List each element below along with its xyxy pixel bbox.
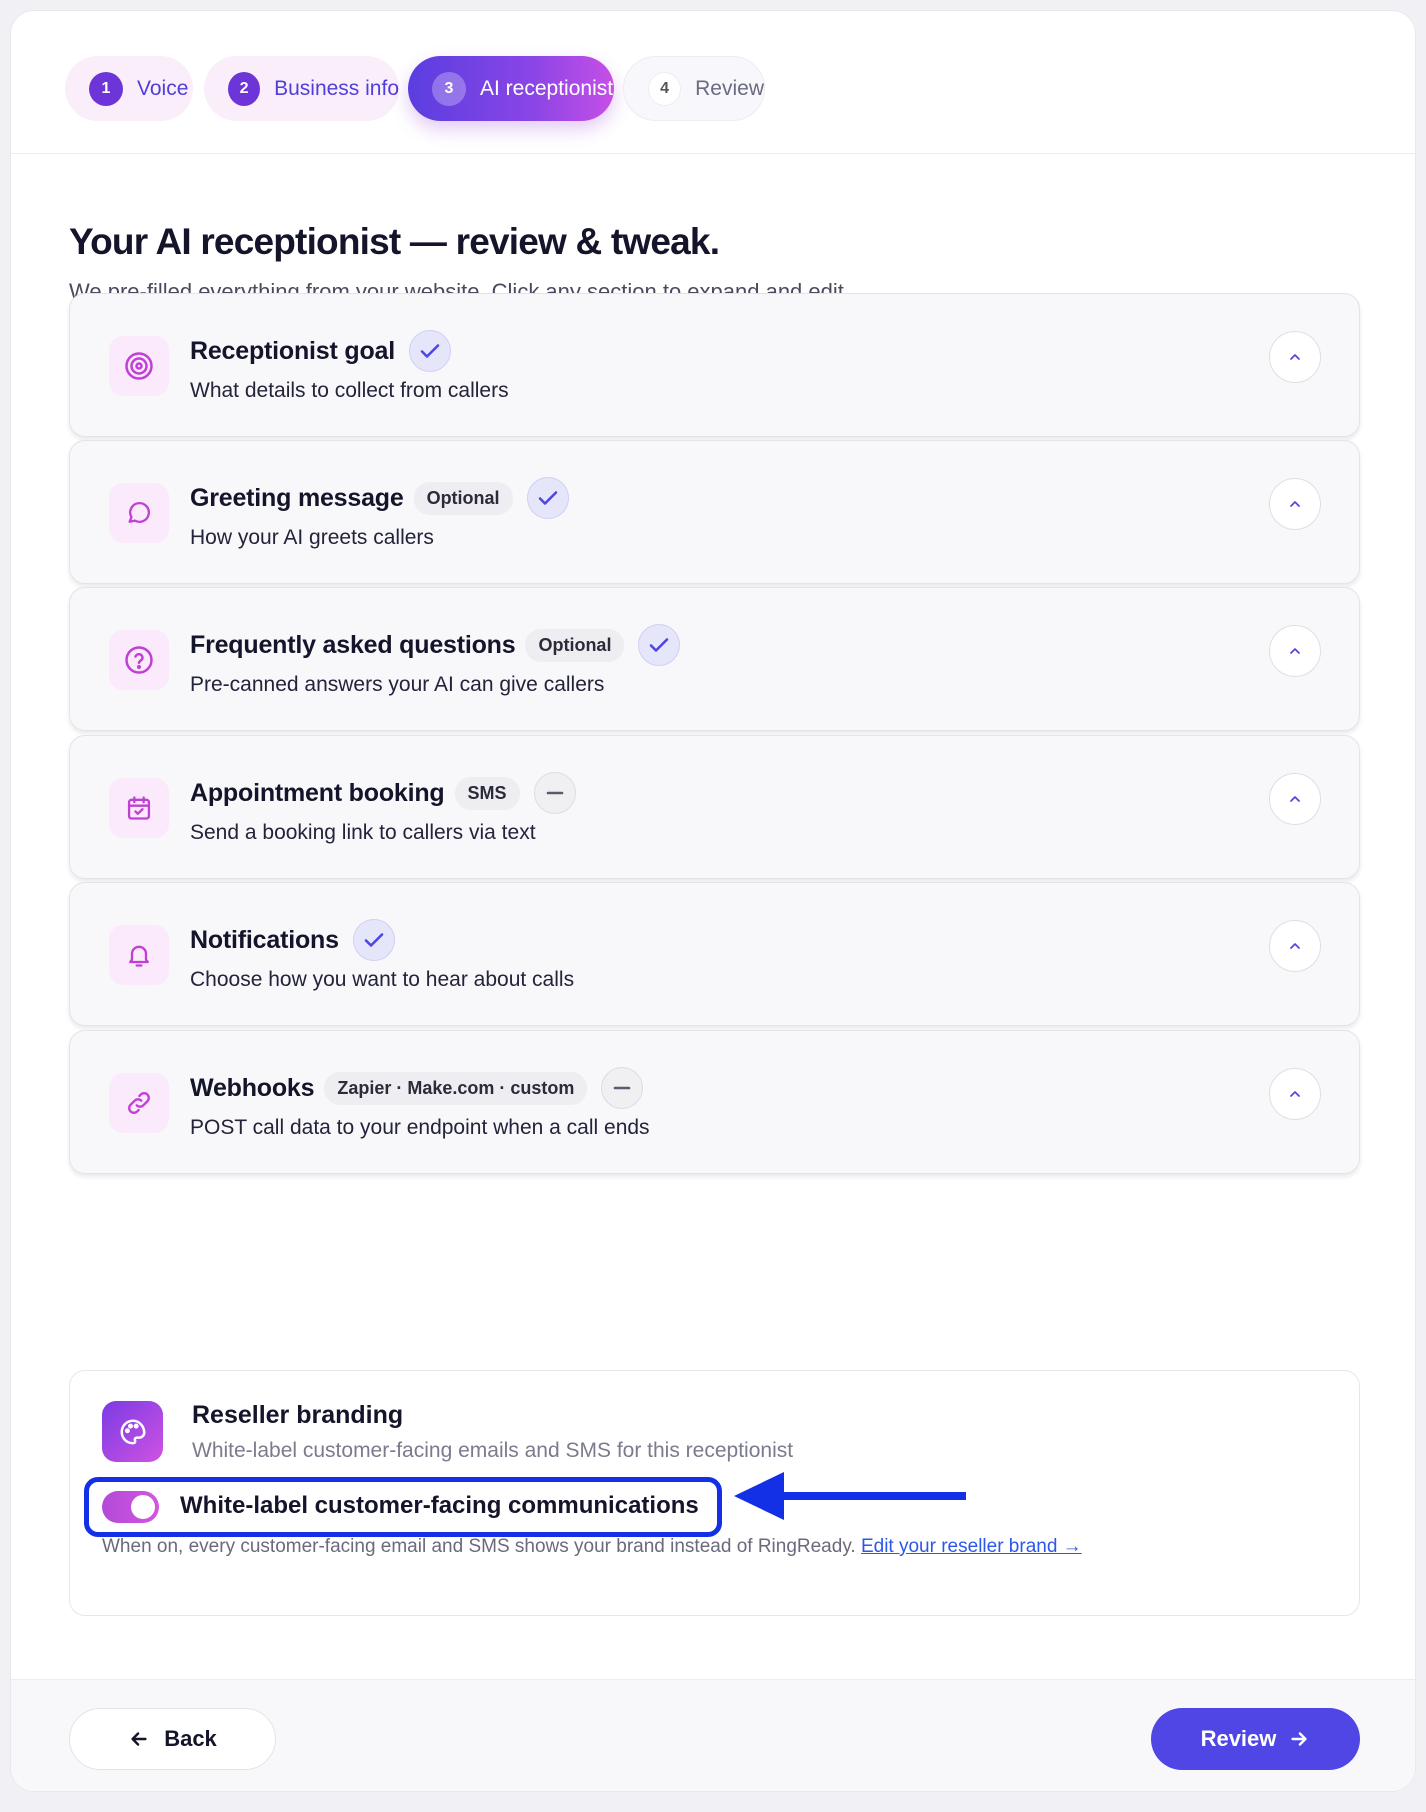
link-icon bbox=[109, 1073, 169, 1133]
chevron-up-icon[interactable] bbox=[1269, 478, 1321, 530]
review-label: Review bbox=[1200, 1726, 1277, 1751]
optional-badge: Optional bbox=[413, 481, 513, 515]
back-label: Back bbox=[164, 1726, 217, 1751]
check-icon bbox=[352, 919, 395, 961]
section-title: Greeting message bbox=[190, 483, 404, 512]
section-title: Webhooks bbox=[190, 1073, 315, 1102]
edit-reseller-brand-link[interactable]: Edit your reseller brand → bbox=[861, 1536, 1082, 1557]
step-ai-receptionist[interactable]: 3 AI receptionist bbox=[408, 56, 614, 121]
section-description: How your AI greets callers bbox=[190, 526, 434, 549]
check-icon bbox=[526, 477, 569, 519]
section-appointment-booking[interactable]: Appointment booking SMS Send a booking l… bbox=[69, 735, 1360, 879]
bell-icon bbox=[109, 925, 169, 985]
arrow-left-icon bbox=[131, 1732, 147, 1746]
stepper: 1 Voice 2 Business info 3 AI receptionis… bbox=[11, 11, 1415, 154]
step-label: Voice bbox=[137, 76, 189, 100]
section-webhooks[interactable]: Webhooks Zapier · Make.com · custom POST… bbox=[69, 1030, 1360, 1174]
step-label: Review bbox=[695, 76, 764, 100]
step-number: 2 bbox=[228, 71, 261, 106]
step-number: 4 bbox=[648, 71, 682, 106]
dash-icon bbox=[533, 772, 576, 814]
calendar-check-icon bbox=[109, 778, 169, 838]
step-label: AI receptionist bbox=[480, 76, 614, 100]
section-greeting-message[interactable]: Greeting message Optional How your AI gr… bbox=[69, 440, 1360, 584]
chat-bubble-icon bbox=[109, 483, 169, 543]
sms-badge: SMS bbox=[454, 776, 520, 810]
check-icon bbox=[408, 330, 451, 372]
arrow-right-icon bbox=[1291, 1732, 1308, 1746]
step-label: Business info bbox=[274, 76, 399, 100]
section-description: Choose how you want to hear about calls bbox=[190, 968, 575, 991]
dash-icon bbox=[601, 1067, 644, 1109]
chevron-up-icon[interactable] bbox=[1269, 1068, 1321, 1120]
wizard-card: 1 Voice 2 Business info 3 AI receptionis… bbox=[10, 10, 1416, 1792]
chevron-up-icon[interactable] bbox=[1269, 773, 1321, 825]
toggle-knob bbox=[131, 1495, 155, 1519]
chevron-up-icon[interactable] bbox=[1269, 625, 1321, 677]
section-description: POST call data to your endpoint when a c… bbox=[190, 1116, 650, 1139]
review-button[interactable]: Review bbox=[1151, 1708, 1360, 1770]
optional-badge: Optional bbox=[525, 628, 625, 662]
chevron-up-icon[interactable] bbox=[1269, 920, 1321, 972]
section-faq[interactable]: Frequently asked questions Optional Pre-… bbox=[69, 587, 1360, 731]
question-circle-icon bbox=[109, 630, 169, 690]
chevron-up-icon[interactable] bbox=[1269, 331, 1321, 383]
step-review[interactable]: 4 Review bbox=[623, 56, 765, 121]
section-notifications[interactable]: Notifications Choose how you want to hea… bbox=[69, 882, 1360, 1026]
reseller-subtitle: White-label customer-facing emails and S… bbox=[192, 1439, 794, 1462]
reseller-note: When on, every customer-facing email and… bbox=[102, 1536, 1082, 1558]
reseller-branding-card: Reseller branding White-label customer-f… bbox=[69, 1370, 1360, 1616]
step-number: 1 bbox=[89, 71, 123, 106]
step-voice[interactable]: 1 Voice bbox=[65, 56, 193, 121]
white-label-toggle[interactable] bbox=[102, 1491, 159, 1523]
back-button[interactable]: Back bbox=[69, 1708, 276, 1770]
section-receptionist-goal[interactable]: Receptionist goal What details to collec… bbox=[69, 293, 1360, 437]
section-title: Notifications bbox=[190, 925, 339, 954]
section-title: Receptionist goal bbox=[190, 336, 395, 365]
step-business-info[interactable]: 2 Business info bbox=[204, 56, 399, 121]
integrations-badge: Zapier · Make.com · custom bbox=[324, 1071, 588, 1105]
check-icon bbox=[638, 624, 681, 666]
toggle-label: White-label customer-facing communicatio… bbox=[180, 1492, 699, 1519]
footer: Back Review bbox=[11, 1679, 1415, 1791]
section-description: Pre-canned answers your AI can give call… bbox=[190, 673, 605, 696]
palette-icon bbox=[102, 1401, 163, 1462]
section-title: Frequently asked questions bbox=[190, 630, 516, 659]
section-title: Appointment booking bbox=[190, 778, 445, 807]
page-title: Your AI receptionist — review & tweak. bbox=[69, 221, 720, 262]
section-description: Send a booking link to callers via text bbox=[190, 821, 536, 844]
reseller-note-text: When on, every customer-facing email and… bbox=[102, 1536, 856, 1557]
target-icon bbox=[109, 336, 169, 396]
annotation-arrow-icon bbox=[734, 1472, 966, 1520]
step-number: 3 bbox=[432, 71, 466, 106]
section-description: What details to collect from callers bbox=[190, 379, 509, 402]
reseller-title: Reseller branding bbox=[192, 1401, 404, 1429]
